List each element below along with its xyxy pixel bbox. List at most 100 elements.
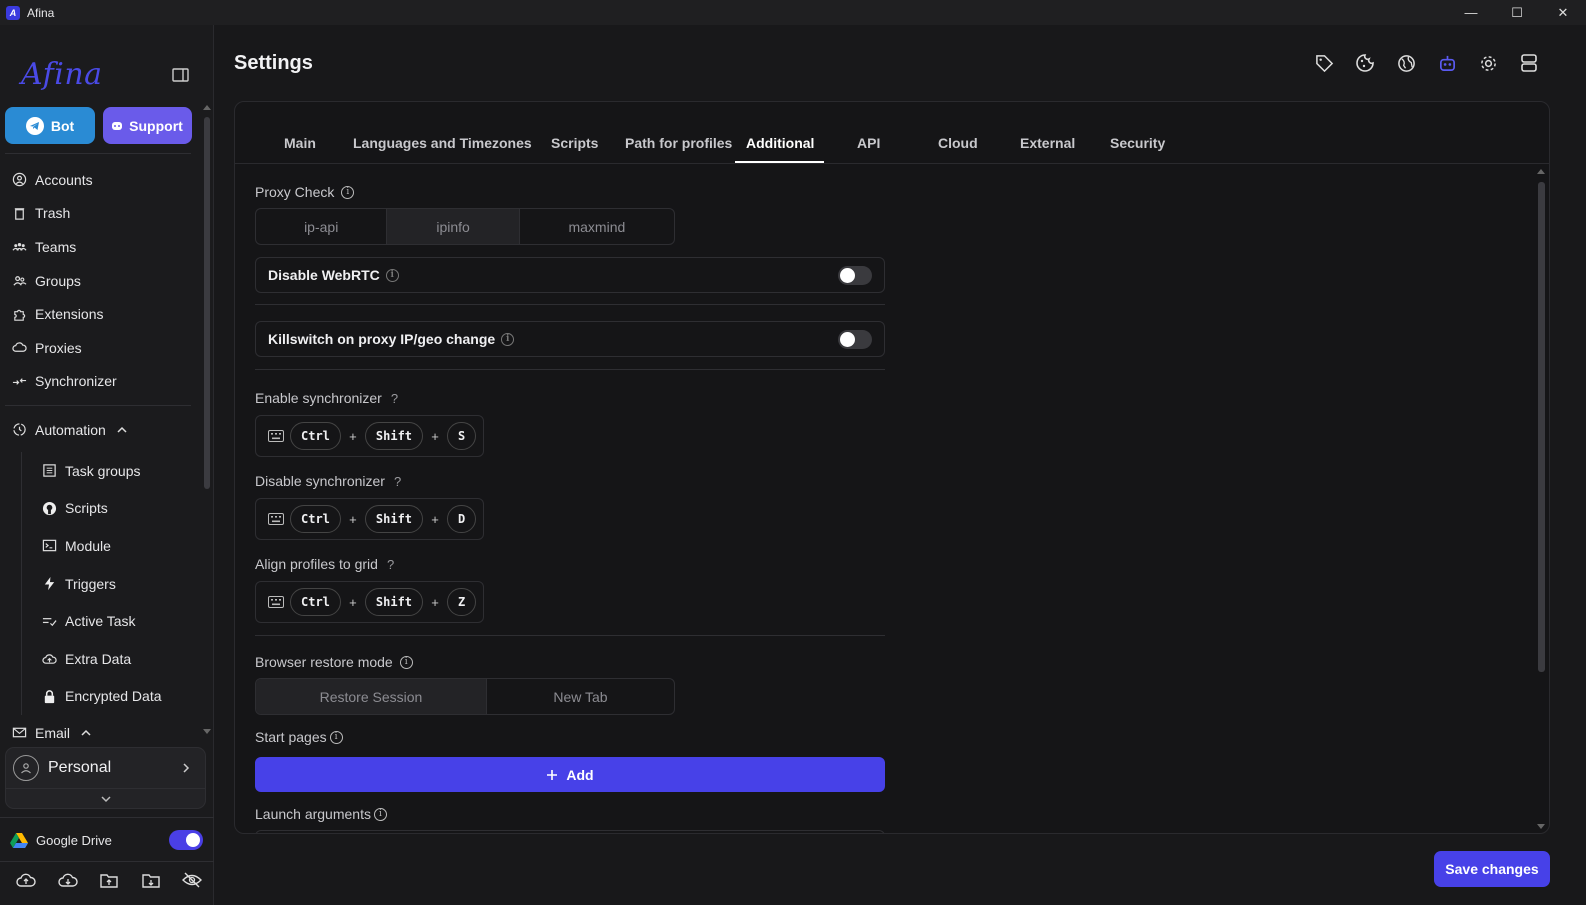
scroll-up-arrow[interactable]: [1537, 169, 1545, 174]
disable-sync-hotkey[interactable]: Ctrl + Shift + D: [255, 498, 484, 540]
sidebar-item-encrypted-data[interactable]: Encrypted Data: [22, 678, 193, 716]
logo: Afina: [21, 57, 103, 92]
tab-api[interactable]: API: [857, 135, 880, 151]
google-drive-toggle[interactable]: [169, 830, 203, 850]
profile-switcher[interactable]: Personal: [5, 747, 206, 809]
divider: [255, 369, 885, 370]
close-button[interactable]: ✕: [1540, 0, 1586, 25]
disable-webrtc-toggle[interactable]: [838, 266, 872, 285]
tab-cloud[interactable]: Cloud: [938, 135, 978, 151]
align-grid-hotkey[interactable]: Ctrl + Shift + Z: [255, 581, 484, 623]
proxy-check-option-ip-api[interactable]: ip-api: [256, 209, 388, 244]
align-grid-label: Align profiles to grid ?: [255, 556, 394, 572]
trash-icon: [14, 208, 25, 220]
header-toolbar: [1314, 53, 1539, 73]
sidebar-item-label: Triggers: [65, 575, 116, 592]
globe-icon[interactable]: [1396, 53, 1416, 73]
chevron-right-icon[interactable]: [181, 762, 191, 774]
help-icon[interactable]: ?: [391, 391, 398, 406]
sidebar-item-email[interactable]: Email: [0, 716, 200, 750]
tab-scripts[interactable]: Scripts: [551, 135, 598, 151]
add-start-page-button[interactable]: Add: [255, 757, 885, 792]
sidebar-item-proxies[interactable]: Proxies: [0, 331, 200, 365]
folder-download-icon[interactable]: [141, 871, 161, 889]
chevron-down-icon[interactable]: [100, 795, 112, 803]
folder-upload-icon[interactable]: [99, 871, 119, 889]
bot-button[interactable]: Bot: [5, 107, 95, 144]
cloud-upload-icon: [42, 654, 57, 665]
sidebar-item-label: Automation: [35, 421, 106, 438]
sidebar-item-triggers[interactable]: Triggers: [22, 565, 193, 603]
sidebar-item-active-task[interactable]: Active Task: [22, 602, 193, 640]
cloud-upload-icon[interactable]: [16, 871, 36, 889]
sidebar-item-task-groups[interactable]: Task groups: [22, 452, 193, 490]
lock-icon: [44, 690, 55, 703]
tab-path-for-profiles[interactable]: Path for profiles: [625, 135, 732, 151]
panel-scrollbar[interactable]: [1535, 166, 1547, 832]
info-icon[interactable]: i: [501, 332, 515, 346]
tab-main[interactable]: Main: [284, 135, 316, 151]
sidebar-item-module[interactable]: Module: [22, 527, 193, 565]
group-icon: [13, 276, 27, 286]
server-icon[interactable]: [1519, 53, 1539, 73]
tab-additional[interactable]: Additional: [746, 135, 814, 151]
minimize-button[interactable]: —: [1448, 0, 1494, 25]
help-icon[interactable]: ?: [394, 474, 401, 489]
sidebar: Afina Bot Support Accounts Trash Teams G…: [0, 25, 214, 905]
info-icon[interactable]: i: [399, 655, 413, 669]
page-title: Settings: [234, 52, 313, 74]
scroll-down-arrow[interactable]: [1537, 824, 1545, 829]
tab-languages-timezones[interactable]: Languages and Timezones: [353, 135, 532, 151]
cloud-icon: [12, 342, 27, 353]
restore-mode-option-restore-session[interactable]: Restore Session: [256, 679, 487, 714]
sidebar-item-label: Accounts: [35, 171, 93, 188]
enable-sync-hotkey[interactable]: Ctrl + Shift + S: [255, 415, 484, 457]
sidebar-item-automation[interactable]: Automation: [0, 413, 200, 447]
panel-scroll-thumb[interactable]: [1538, 182, 1545, 672]
scroll-up-arrow[interactable]: [203, 105, 211, 110]
tab-security[interactable]: Security: [1110, 135, 1165, 151]
sidebar-item-groups[interactable]: Groups: [0, 264, 200, 298]
save-changes-button[interactable]: Save changes: [1434, 851, 1550, 887]
plus-sign: +: [431, 511, 439, 527]
sidebar-scrollbar[interactable]: [201, 102, 212, 737]
support-button[interactable]: Support: [103, 107, 192, 144]
tab-external[interactable]: External: [1020, 135, 1075, 151]
restore-mode-option-new-tab[interactable]: New Tab: [487, 679, 674, 714]
tag-icon[interactable]: [1314, 53, 1334, 73]
user-icon: [21, 763, 31, 774]
scroll-down-arrow[interactable]: [203, 729, 211, 734]
info-icon[interactable]: i: [385, 268, 399, 282]
disable-sync-label: Disable synchronizer ?: [255, 473, 401, 489]
sidebar-item-accounts[interactable]: Accounts: [0, 163, 200, 197]
sidebar-collapse-icon[interactable]: [172, 68, 189, 82]
team-icon: [12, 243, 27, 252]
sidebar-item-extra-data[interactable]: Extra Data: [22, 640, 193, 678]
robot-icon[interactable]: [1437, 53, 1457, 73]
launch-args-input[interactable]: [255, 830, 885, 833]
gear-icon[interactable]: [1478, 53, 1498, 73]
info-icon[interactable]: i: [329, 730, 343, 744]
help-icon[interactable]: ?: [387, 557, 394, 572]
app-icon: A: [6, 5, 20, 20]
sidebar-item-synchronizer[interactable]: Synchronizer: [0, 365, 200, 399]
list-icon: [43, 464, 56, 478]
cloud-download-icon[interactable]: [57, 871, 78, 889]
maximize-button[interactable]: ☐: [1494, 0, 1540, 25]
info-icon[interactable]: i: [341, 185, 355, 199]
proxy-check-option-maxmind[interactable]: maxmind: [520, 209, 674, 244]
proxy-check-option-ipinfo[interactable]: ipinfo: [387, 209, 520, 244]
enable-sync-label: Enable synchronizer ?: [255, 390, 398, 406]
killswitch-toggle[interactable]: [838, 330, 872, 349]
sidebar-item-scripts[interactable]: Scripts: [22, 490, 193, 528]
sidebar-item-extensions[interactable]: Extensions: [0, 297, 200, 331]
info-icon[interactable]: i: [373, 807, 387, 821]
bottom-toolbar: [16, 871, 202, 889]
sidebar-scroll-thumb[interactable]: [204, 117, 210, 489]
settings-tabs: Main Languages and Timezones Scripts Pat…: [235, 102, 1549, 164]
cookie-icon[interactable]: [1355, 53, 1375, 73]
sidebar-item-label: Synchronizer: [35, 373, 117, 390]
sidebar-item-teams[interactable]: Teams: [0, 230, 200, 264]
eye-off-icon[interactable]: [182, 871, 202, 889]
sidebar-item-trash[interactable]: Trash: [0, 197, 200, 231]
